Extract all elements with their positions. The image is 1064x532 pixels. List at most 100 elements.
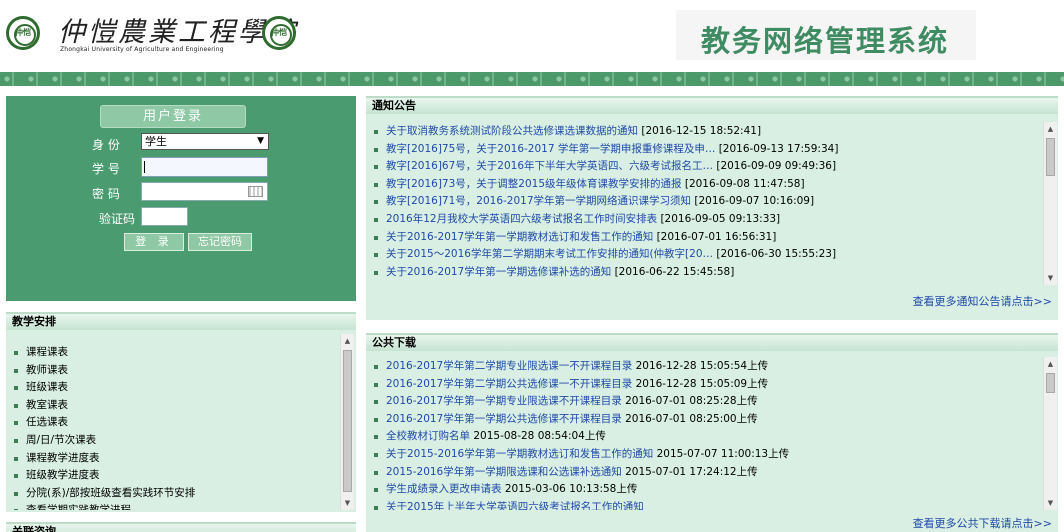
notices-scrollbar[interactable]: ▲ ▼ (1043, 122, 1057, 285)
login-title: 用户登录 (100, 105, 246, 128)
list-item: 课程课表 (6, 344, 340, 362)
triangle-down-icon[interactable]: ▼ (1044, 496, 1057, 510)
bullet-icon (374, 165, 378, 170)
list-item: 课程教学进度表 (6, 450, 340, 468)
list-item-link[interactable]: 全校教材订购名单 (386, 430, 470, 442)
bullet-icon (14, 456, 18, 461)
notices-more-link[interactable]: 查看更多通知公告请点击>> (913, 293, 1052, 309)
teaching-panel-title: 教学安排 (6, 312, 356, 330)
list-item: 教字[2016]67号，关于2016年下半年大学英语四、六级考试报名工… [20… (366, 158, 1042, 176)
list-item-link[interactable]: 学生成绩录入更改申请表 (386, 483, 502, 495)
list-item: 2016-2017学年第二学期公共选修课一不开课程目录 2016-12-28 1… (366, 376, 1042, 394)
list-item: 2016-2017学年第二学期专业限选课一不开课程目录 2016-12-28 1… (366, 358, 1042, 376)
list-item-link[interactable]: 2016-2017学年第二学期专业限选课一不开课程目录 (386, 360, 632, 372)
triangle-up-icon[interactable]: ▲ (1044, 357, 1057, 371)
list-item-link[interactable]: 2016-2017学年第一学期公共选修课不开课程目录 (386, 413, 622, 425)
role-select[interactable]: 学生 ▼ (141, 133, 269, 150)
list-item-link[interactable]: 教字[2016]75号，关于2016-2017 学年第一学期申报重修课程及申… (386, 143, 715, 155)
list-item-link[interactable]: 周/日/节次课表 (26, 434, 96, 446)
bullet-icon (374, 382, 378, 387)
teaching-panel: 教学安排 课程课表教师课表班级课表教室课表任选课表周/日/节次课表 课程教学进度表… (6, 312, 356, 512)
bullet-icon (374, 200, 378, 205)
system-title: 教务网络管理系统 (701, 24, 950, 58)
triangle-up-icon[interactable]: ▲ (1044, 122, 1057, 136)
bullet-icon (14, 474, 18, 479)
password-input[interactable] (141, 182, 268, 201)
bullet-icon (374, 452, 378, 457)
list-item: 关于取消教务系统测试阶段公共选修课选课数据的通知 [2016-12-15 18:… (366, 123, 1042, 141)
list-item-link[interactable]: 2016-2017学年第一学期专业限选课不开课程目录 (386, 395, 622, 407)
list-item-link[interactable]: 教师课表 (26, 364, 68, 376)
related-panel-title: 关联咨询 (6, 522, 356, 532)
list-item-link[interactable]: 教字[2016]67号，关于2016年下半年大学英语四、六级考试报名工… (386, 160, 713, 172)
notices-list: 关于取消教务系统测试阶段公共选修课选课数据的通知 [2016-12-15 18:… (366, 123, 1042, 285)
page-header: 仲恺 仲愷農業工程學院 Zhongkai University of Agric… (0, 0, 1064, 72)
list-item-link[interactable]: 任选课表 (26, 416, 68, 428)
list-item-link[interactable]: 关于2015-2016学年第一学期教材选订和发售工作的通知 (386, 448, 653, 460)
bullet-icon (374, 488, 378, 493)
notices-panel: 通知公告 关于取消教务系统测试阶段公共选修课选课数据的通知 [2016-12-1… (366, 96, 1058, 320)
list-item-link[interactable]: 班级教学进度表 (26, 469, 100, 481)
list-item-link[interactable]: 教字[2016]73号，关于调整2015级年级体育课教学安排的通报 (386, 178, 682, 190)
downloads-scrollbar[interactable]: ▲ ▼ (1043, 357, 1057, 510)
downloads-more-link[interactable]: 查看更多公共下载请点击>> (913, 515, 1052, 531)
list-item-link[interactable]: 2015-2016学年第一学期限选课和公选课补选通知 (386, 466, 622, 478)
list-item-link[interactable]: 关于2016-2017学年第一学期教材选订和发售工作的通知 (386, 231, 653, 243)
bullet-icon (14, 509, 18, 510)
list-item-link[interactable]: 教字[2016]71号，2016-2017学年第一学期网络通识课学习须知 (386, 195, 691, 207)
list-item-link[interactable]: 2016年12月我校大学英语四六级考试报名工作时间安排表 (386, 213, 657, 225)
bullet-icon (14, 351, 18, 355)
list-item-date: [2016-09-09 09:49:36] (716, 160, 837, 173)
bullet-icon (374, 435, 378, 440)
keyboard-icon[interactable] (248, 186, 263, 197)
scroll-thumb[interactable] (1046, 373, 1055, 393)
list-item: 2016-2017学年第一学期专业限选课不开课程目录 2016-07-01 08… (366, 393, 1042, 411)
bullet-icon (14, 386, 18, 391)
triangle-down-icon[interactable]: ▼ (1044, 271, 1057, 285)
bullet-icon (14, 438, 18, 443)
list-item: 分院(系)/部按班级查看实践环节安排 (6, 485, 340, 503)
list-item-date: [2016-07-01 16:56:31] (656, 230, 777, 243)
bullet-icon (374, 270, 378, 275)
list-item: 班级教学进度表 (6, 467, 340, 485)
list-item-date: 2016-07-01 08:25:00上传 (625, 412, 758, 425)
list-item: 关于2016-2017学年第一学期教材选订和发售工作的通知 [2016-07-0… (366, 229, 1042, 247)
list-item-link[interactable]: 班级课表 (26, 381, 68, 393)
list-item-link[interactable]: 课程课表 (26, 346, 68, 358)
list-item: 教师课表 (6, 362, 340, 380)
bullet-icon (374, 217, 378, 222)
captcha-input[interactable] (141, 207, 188, 226)
scroll-thumb[interactable] (343, 350, 352, 492)
teaching-scrollbar[interactable]: ▲ ▼ (340, 334, 354, 510)
list-item-link[interactable]: 关于2015～2016学年第二学期期末考试工作安排的通知(仲教字[20… (386, 248, 713, 260)
bullet-icon (374, 470, 378, 475)
bullet-icon (14, 403, 18, 408)
list-item-link[interactable]: 查看学期实践教学进程 (26, 504, 131, 510)
downloads-panel-title: 公共下载 (366, 333, 1058, 351)
list-item-date: 2016-12-28 15:05:54上传 (635, 360, 769, 372)
triangle-down-icon[interactable]: ▼ (341, 496, 354, 510)
list-item: 学生成绩录入更改申请表 2015-03-06 10:13:58上传 (366, 481, 1042, 499)
list-item-link[interactable]: 2016-2017学年第二学期公共选修课一不开课程目录 (386, 378, 632, 390)
login-button[interactable]: 登 录 (124, 233, 184, 251)
bullet-icon (374, 400, 378, 405)
captcha-label: 验证码 (99, 212, 136, 226)
forgot-password-button[interactable]: 忘记密码 (188, 233, 252, 251)
student-id-input[interactable] (141, 157, 268, 177)
list-item: 2016-2017学年第一学期公共选修课不开课程目录 2016-07-01 08… (366, 411, 1042, 429)
password-label: 密 码 (92, 187, 120, 201)
text-caret (144, 161, 145, 173)
bullet-icon (374, 235, 378, 240)
list-item-date: 2016-12-28 15:05:09上传 (635, 377, 769, 390)
university-seal-logo: 仲恺 (6, 16, 40, 50)
list-item-link[interactable]: 分院(系)/部按班级查看实践环节安排 (26, 487, 195, 499)
chevron-down-icon: ▼ (257, 136, 264, 146)
list-item-link[interactable]: 关于取消教务系统测试阶段公共选修课选课数据的通知 (386, 125, 638, 137)
list-item: 关于2015～2016学年第二学期期末考试工作安排的通知(仲教字[20… [20… (366, 246, 1042, 264)
triangle-up-icon[interactable]: ▲ (341, 334, 354, 348)
scroll-thumb[interactable] (1046, 138, 1055, 176)
list-item-link[interactable]: 教室课表 (26, 399, 68, 411)
list-item-link[interactable]: 关于2016-2017学年第一学期选修课补选的通知 (386, 266, 611, 278)
list-item-link[interactable]: 关于2015年上半年大学英语四六级考试报名工作的通知 (386, 501, 644, 510)
list-item-link[interactable]: 课程教学进度表 (26, 452, 100, 464)
